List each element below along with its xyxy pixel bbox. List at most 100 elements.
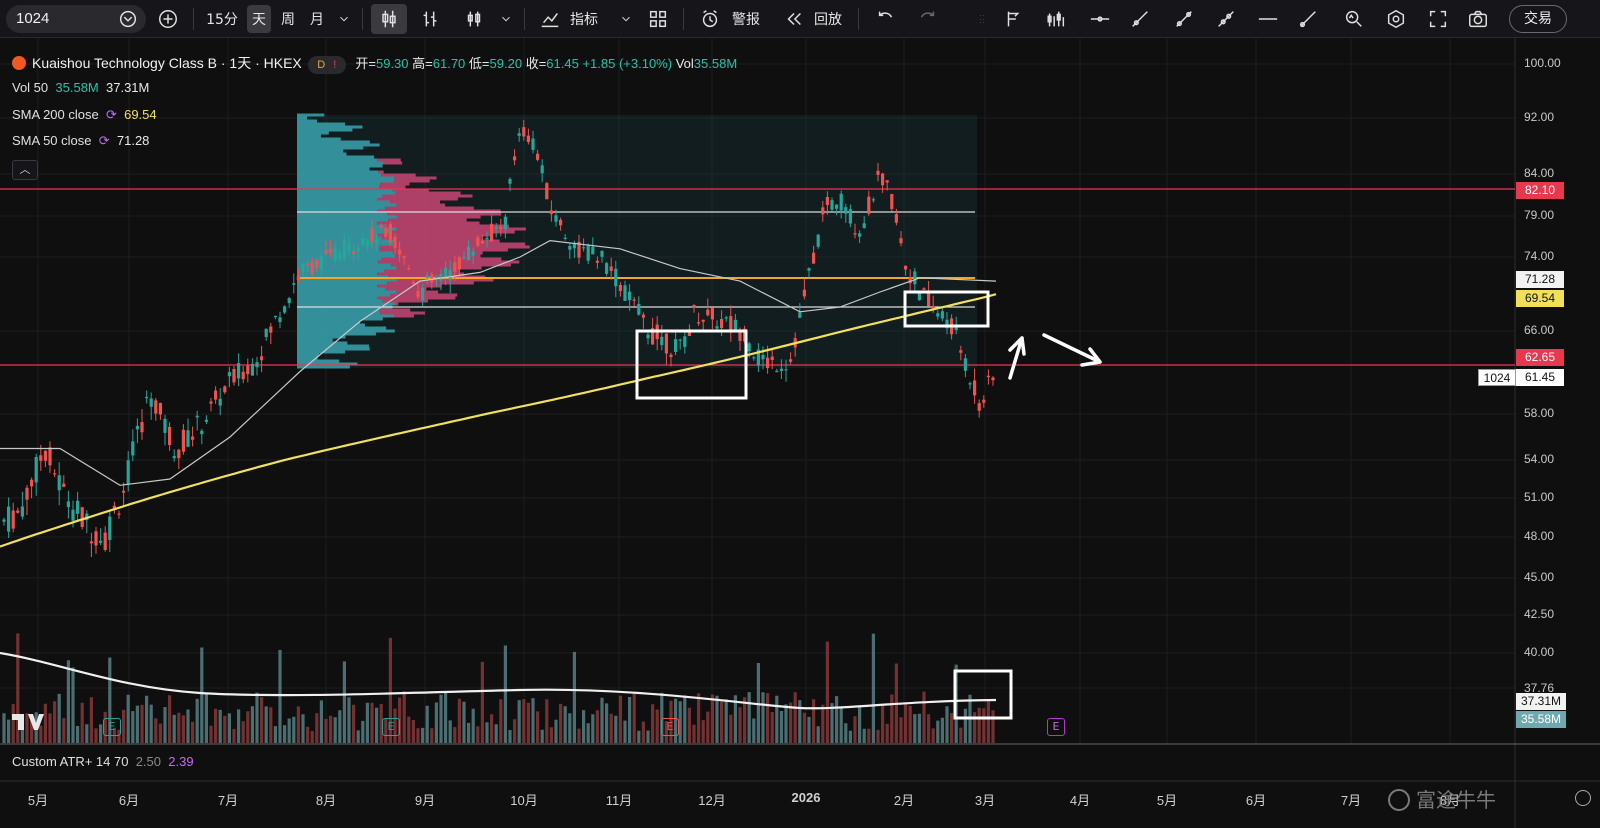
arrow-line-tool-icon[interactable] (1296, 0, 1320, 38)
chart-legend-header: Kuaishou Technology Class B · 1天 · HKEX D… (12, 53, 737, 74)
indicators-button[interactable]: 指标 (566, 0, 602, 38)
legend-vol50[interactable]: Vol 50 35.58M 37.31M (12, 80, 149, 95)
earnings-marker[interactable]: E (382, 718, 400, 736)
futu-logo-icon (1388, 789, 1410, 811)
time-tick: 4月 (1069, 793, 1091, 808)
indicators-dropdown-icon[interactable] (616, 0, 636, 38)
volume-tag: 35.58M (1516, 711, 1566, 728)
timeframe-day[interactable]: 天 (247, 5, 271, 33)
sma200-price-tag: 69.54 (1516, 290, 1564, 307)
refresh-icon[interactable]: ⟳ (99, 133, 110, 148)
time-tick-year: 2026 (791, 790, 821, 805)
fullscreen-icon[interactable] (1426, 0, 1450, 38)
close-value: 61.45 (546, 56, 579, 71)
extended-line-tool-icon[interactable] (1214, 0, 1238, 38)
arrow-down-annotation (1042, 333, 1102, 367)
price-tick: 48.00 (1524, 529, 1555, 543)
undo-icon[interactable] (874, 0, 898, 38)
symbol-price-tag: 1024 (1478, 369, 1516, 386)
volume-ma-tag: 37.31M (1516, 693, 1566, 710)
horizontal-line-tool-icon[interactable] (1088, 0, 1112, 38)
price-tick: 92.00 (1524, 110, 1555, 124)
redo-icon[interactable] (915, 0, 939, 38)
time-tick: 12月 (698, 793, 726, 808)
zoom-tool-icon[interactable] (1342, 0, 1366, 38)
time-tick: 7月 (217, 793, 239, 808)
legend-sma50[interactable]: SMA 50 close ⟳ 71.28 (12, 133, 149, 149)
price-tick: 51.00 (1524, 490, 1555, 504)
atr-indicator-legend[interactable]: Custom ATR+ 14 70 2.50 2.39 (12, 754, 194, 769)
resistance-price-tag: 82.10 (1516, 182, 1564, 199)
earnings-marker-upcoming[interactable]: E (1047, 718, 1065, 736)
refresh-icon[interactable]: ⟳ (106, 107, 117, 122)
drag-handle-icon[interactable] (974, 0, 990, 38)
trade-button[interactable]: 交易 (1509, 5, 1567, 33)
ray-tool-icon[interactable] (1172, 0, 1196, 38)
price-tick: 100.00 (1524, 56, 1561, 70)
low-value: 59.20 (489, 56, 523, 71)
time-tick: 8月 (315, 793, 337, 808)
settings-hexagon-icon[interactable] (1384, 0, 1408, 38)
price-tick: 79.00 (1524, 208, 1555, 222)
arrow-up-annotation (1008, 336, 1026, 380)
price-tick: 74.00 (1524, 249, 1555, 263)
trend-line-tool-icon[interactable] (1128, 0, 1152, 38)
symbol-options-icon[interactable] (116, 0, 140, 38)
price-tick: 58.00 (1524, 406, 1555, 420)
alert-button[interactable]: 警报 (728, 0, 764, 38)
long-position-tool-icon[interactable] (1002, 0, 1026, 38)
layout-grid-icon[interactable] (646, 0, 670, 38)
kuaishou-logo-icon (12, 56, 26, 70)
last-price-tag: 61.45 (1516, 369, 1564, 386)
hollow-candle-icon[interactable] (462, 0, 486, 38)
time-tick: 3月 (974, 793, 996, 808)
add-symbol-icon[interactable] (156, 0, 180, 38)
price-tick: 45.00 (1524, 570, 1555, 584)
collapse-legend-button[interactable]: ︿ (12, 160, 38, 180)
time-tick: 7月 (1340, 793, 1362, 808)
time-tick: 11月 (605, 793, 633, 808)
time-tick: 5月 (27, 793, 49, 808)
price-tick: 66.00 (1524, 323, 1555, 337)
time-tick: 5月 (1156, 793, 1178, 808)
candlestick-type-icon[interactable] (371, 4, 407, 34)
timeframe-week[interactable]: 周 (276, 0, 300, 38)
earnings-marker[interactable]: E (103, 718, 121, 736)
screenshot-camera-icon[interactable] (1466, 0, 1490, 38)
open-value: 59.30 (375, 56, 409, 71)
time-tick: 2月 (893, 793, 915, 808)
indicators-icon[interactable] (538, 0, 562, 38)
timeframe-15m[interactable]: 15分 (202, 0, 242, 38)
replay-button[interactable]: 回放 (810, 0, 846, 38)
legend-sma200[interactable]: SMA 200 close ⟳ 69.54 (12, 107, 157, 123)
time-tick: 9月 (414, 793, 436, 808)
data-status-badge[interactable]: D! (307, 55, 346, 74)
volume-ma-line (0, 651, 997, 710)
horizontal-ray-tool-icon[interactable] (1256, 0, 1280, 38)
top-toolbar: 1024 15分 天 周 月 指标 警报 回放 交易 (0, 0, 1600, 38)
time-tick: 6月 (1245, 793, 1267, 808)
futu-watermark: 富途牛牛 (1388, 784, 1496, 813)
timeframe-dropdown-icon[interactable] (334, 0, 354, 38)
price-tick: 40.00 (1524, 645, 1555, 659)
symbol-input[interactable]: 1024 (16, 5, 49, 33)
earnings-marker[interactable]: E (661, 718, 679, 736)
time-tick: 10月 (510, 793, 538, 808)
timeframe-month[interactable]: 月 (305, 0, 329, 38)
support-price-tag: 62.65 (1516, 349, 1564, 366)
high-value: 61.70 (432, 56, 466, 71)
chart-settings-gear-icon[interactable] (1575, 790, 1591, 806)
chart-type-dropdown-icon[interactable] (496, 0, 516, 38)
change-value: +1.85 (+3.10%) (582, 56, 673, 71)
price-chart-canvas[interactable] (0, 38, 1600, 828)
sma50-price-tag: 71.28 (1516, 271, 1564, 288)
volume-value: 35.58M (693, 56, 738, 71)
price-tick: 42.50 (1524, 607, 1555, 621)
replay-rewind-icon[interactable] (782, 0, 806, 38)
pattern-tool-icon[interactable] (1042, 0, 1070, 38)
chart-pane[interactable]: Kuaishou Technology Class B · 1天 · HKEX D… (0, 38, 1600, 828)
bar-type-icon[interactable] (418, 0, 442, 38)
alert-clock-icon[interactable] (698, 0, 722, 38)
price-tick: 84.00 (1524, 166, 1555, 180)
time-tick: 6月 (118, 793, 140, 808)
